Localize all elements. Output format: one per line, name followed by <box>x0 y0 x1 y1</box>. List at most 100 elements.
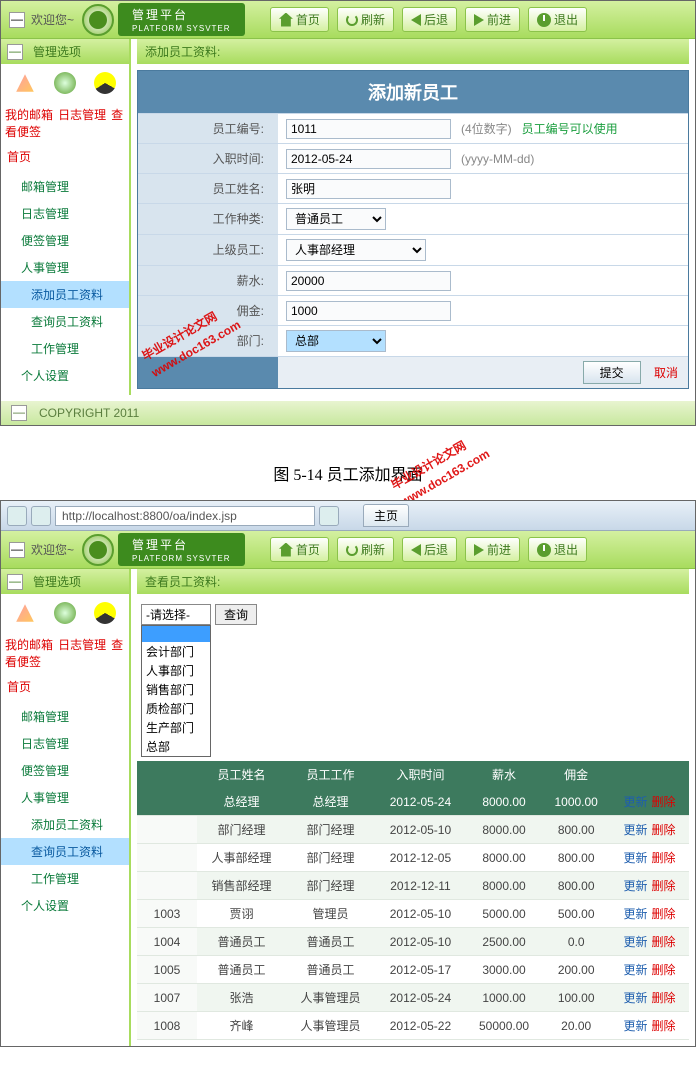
link-log-mgmt[interactable]: 日志管理 <box>58 638 106 652</box>
delete-link[interactable]: 删除 <box>652 1019 676 1033</box>
nav-log-mgmt[interactable]: 日志管理 <box>1 730 129 757</box>
nav-hr-mgmt[interactable]: 人事管理 <box>1 784 129 811</box>
nav-work-mgmt[interactable]: 工作管理 <box>1 865 129 892</box>
minimize-button[interactable]: — <box>9 542 25 558</box>
nav-view-employee[interactable]: 查询员工资料 <box>1 838 129 865</box>
update-link[interactable]: 更新 <box>624 795 648 809</box>
refresh-button[interactable]: 刷新 <box>337 7 394 32</box>
delete-link[interactable]: 删除 <box>652 879 676 893</box>
back-button[interactable]: 后退 <box>402 7 457 32</box>
link-my-mail[interactable]: 我的邮箱 <box>5 108 53 122</box>
input-hire-date[interactable] <box>286 149 451 169</box>
dropdown-option[interactable]: 生产部门 <box>142 718 210 737</box>
input-emp-id[interactable] <box>286 119 451 139</box>
dept-filter-select[interactable]: -请选择- 会计部门人事部门销售部门质检部门生产部门总部 <box>141 604 211 757</box>
dropdown-option[interactable]: 人事部门 <box>142 661 210 680</box>
welcome-text: 欢迎您~ <box>31 11 74 28</box>
update-link[interactable]: 更新 <box>624 823 648 837</box>
query-button[interactable]: 查询 <box>215 604 257 625</box>
submit-button[interactable]: 提交 <box>583 361 641 384</box>
browser-tab[interactable]: 主页 <box>363 504 409 527</box>
update-link[interactable]: 更新 <box>624 991 648 1005</box>
forward-button[interactable]: 前进 <box>465 7 520 32</box>
home-button[interactable]: 首页 <box>270 537 329 562</box>
nav-add-employee[interactable]: 添加员工资料 <box>1 281 129 308</box>
table-cell: 部门经理 <box>197 816 286 844</box>
select-job-type[interactable]: 普通员工 <box>286 208 386 230</box>
select-supervisor[interactable]: 人事部经理 <box>286 239 426 261</box>
copyright-collapse-icon[interactable]: — <box>11 405 27 421</box>
sidebar-nav: 邮箱管理 日志管理 便签管理 人事管理 添加员工资料 查询员工资料 工作管理 个… <box>1 169 129 393</box>
dropdown-option[interactable] <box>142 626 210 642</box>
delete-link[interactable]: 删除 <box>652 851 676 865</box>
leaf-icon[interactable] <box>54 602 76 624</box>
delete-link[interactable]: 删除 <box>652 823 676 837</box>
radiation-icon[interactable] <box>94 72 116 94</box>
table-cell <box>137 872 197 900</box>
nav-note-mgmt[interactable]: 便签管理 <box>1 227 129 254</box>
dropdown-option[interactable]: 总部 <box>142 737 210 756</box>
nav-mail-mgmt[interactable]: 邮箱管理 <box>1 703 129 730</box>
table-cell: 人事部经理 <box>197 844 286 872</box>
nav-note-mgmt[interactable]: 便签管理 <box>1 757 129 784</box>
dropdown-option[interactable]: 质检部门 <box>142 699 210 718</box>
nav-personal[interactable]: 个人设置 <box>1 362 129 389</box>
exit-button[interactable]: 退出 <box>528 537 587 562</box>
update-link[interactable]: 更新 <box>624 1019 648 1033</box>
nav-mail-mgmt[interactable]: 邮箱管理 <box>1 173 129 200</box>
update-link[interactable]: 更新 <box>624 963 648 977</box>
update-link[interactable]: 更新 <box>624 879 648 893</box>
table-cell: 20.00 <box>542 1012 610 1040</box>
input-bonus[interactable] <box>286 301 451 321</box>
minimize-button[interactable]: — <box>9 12 25 28</box>
hint-date-format: (yyyy-MM-dd) <box>461 152 534 166</box>
delete-link[interactable]: 删除 <box>652 795 676 809</box>
nav-personal[interactable]: 个人设置 <box>1 892 129 919</box>
update-link[interactable]: 更新 <box>624 907 648 921</box>
nav-work-mgmt[interactable]: 工作管理 <box>1 335 129 362</box>
refresh-button[interactable]: 刷新 <box>337 537 394 562</box>
leaf-icon[interactable] <box>54 72 76 94</box>
nav-view-employee[interactable]: 查询员工资料 <box>1 308 129 335</box>
main-content: 查看员工资料: -请选择- 会计部门人事部门销售部门质检部门生产部门总部 查询 … <box>131 569 695 1046</box>
delete-link[interactable]: 删除 <box>652 907 676 921</box>
delete-link[interactable]: 删除 <box>652 991 676 1005</box>
forward-button[interactable]: 前进 <box>465 537 520 562</box>
exit-button[interactable]: 退出 <box>528 7 587 32</box>
sidebar-title: — 管理选项 <box>1 39 129 64</box>
delete-link[interactable]: 删除 <box>652 935 676 949</box>
column-header: 薪水 <box>466 761 542 788</box>
triangle-icon[interactable] <box>14 72 36 94</box>
radiation-icon[interactable] <box>94 602 116 624</box>
nav-log-mgmt[interactable]: 日志管理 <box>1 200 129 227</box>
sidebar-collapse-button[interactable]: — <box>7 44 23 60</box>
screenshot-view-employees: http://localhost:8800/oa/index.jsp 主页 — … <box>0 500 696 1047</box>
update-link[interactable]: 更新 <box>624 935 648 949</box>
table-cell-actions: 更新删除 <box>610 844 689 872</box>
select-dept[interactable]: 总部 <box>286 330 386 352</box>
delete-link[interactable]: 删除 <box>652 963 676 977</box>
sidebar-home[interactable]: 首页 <box>1 674 129 699</box>
browser-back-button[interactable] <box>7 506 27 526</box>
table-cell: 1003 <box>137 900 197 928</box>
sidebar-collapse-button[interactable]: — <box>7 574 23 590</box>
url-bar[interactable]: http://localhost:8800/oa/index.jsp <box>55 506 315 526</box>
sidebar-home[interactable]: 首页 <box>1 144 129 169</box>
link-log-mgmt[interactable]: 日志管理 <box>58 108 106 122</box>
input-emp-name[interactable] <box>286 179 451 199</box>
link-my-mail[interactable]: 我的邮箱 <box>5 638 53 652</box>
dropdown-option[interactable]: 会计部门 <box>142 642 210 661</box>
triangle-icon[interactable] <box>14 602 36 624</box>
cancel-button[interactable]: 取消 <box>654 366 678 380</box>
main-content: 添加员工资料: 添加新员工 员工编号: (4位数字) 员工编号可以使用 入职时间… <box>131 39 695 395</box>
nav-hr-mgmt[interactable]: 人事管理 <box>1 254 129 281</box>
input-salary[interactable] <box>286 271 451 291</box>
update-link[interactable]: 更新 <box>624 851 648 865</box>
home-button[interactable]: 首页 <box>270 7 329 32</box>
back-button[interactable]: 后退 <box>402 537 457 562</box>
table-cell: 0.0 <box>542 928 610 956</box>
dropdown-option[interactable]: 销售部门 <box>142 680 210 699</box>
browser-refresh-button[interactable] <box>319 506 339 526</box>
browser-forward-button[interactable] <box>31 506 51 526</box>
table-cell: 100.00 <box>542 984 610 1012</box>
